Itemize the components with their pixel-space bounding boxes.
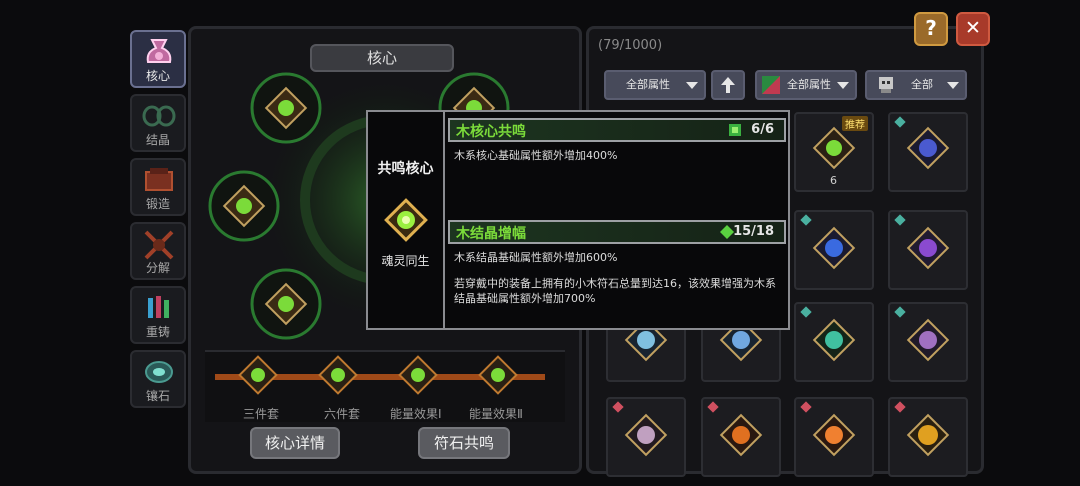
- core-slot[interactable]: [250, 72, 322, 144]
- effect-header-wood-core: 木核心共鸣 6/6: [448, 118, 786, 142]
- chevron-down-icon: [686, 82, 698, 89]
- nav-item-forge[interactable]: 锻造: [130, 158, 186, 216]
- effect-name: 木核心共鸣: [456, 124, 526, 140]
- effect-description: 木系结晶基础属性额外增加600%: [454, 251, 618, 264]
- type-filter-label: 全部: [911, 78, 933, 91]
- inventory-slot[interactable]: [794, 397, 874, 477]
- effect-count: 6/6: [751, 122, 774, 137]
- element-filter[interactable]: 全部属性: [755, 70, 857, 100]
- inventory-slot[interactable]: [888, 112, 968, 192]
- wood-crystal-icon: [720, 225, 734, 239]
- nav-item-label: 分解: [145, 261, 170, 275]
- effect-name: 木结晶增幅: [456, 226, 526, 242]
- close-button[interactable]: ✕: [956, 12, 990, 46]
- nav-item-label: 镶石: [145, 389, 170, 403]
- inventory-slot[interactable]: [794, 210, 874, 290]
- core-tab[interactable]: 核心: [310, 44, 454, 72]
- sort-button[interactable]: [711, 70, 745, 100]
- nav-item-label: 锻造: [145, 197, 170, 211]
- inventory-slot[interactable]: [794, 302, 874, 382]
- effect-extra-description: 若穿戴中的装备上拥有的小木符石总量到达16，该效果增强为木系结晶基础属性额外增加…: [454, 277, 776, 305]
- arrow-up-icon: [721, 77, 735, 93]
- tooltip-title: 共鸣核心: [377, 161, 434, 177]
- element-filter-label: 全部属性: [787, 78, 831, 91]
- resonance-tooltip: 共鸣核心 魂灵同生 木核心共鸣 6/6 木系核心基础属性额外增加400% 木结晶…: [366, 110, 790, 330]
- core-detail-button[interactable]: 核心详情: [250, 427, 340, 459]
- inventory-slot[interactable]: 6 推荐: [794, 112, 874, 192]
- inventory-slot[interactable]: [888, 210, 968, 290]
- core-icon: [146, 39, 172, 63]
- help-icon: ?: [925, 16, 937, 40]
- forge-icon: [145, 168, 173, 191]
- wood-core-icon: [729, 124, 741, 136]
- nav-item-recast[interactable]: 重铸: [130, 286, 186, 344]
- soul-core-icon: [384, 198, 428, 242]
- character-icon: [879, 77, 893, 93]
- set-bonus-icons: [215, 355, 545, 395]
- chevron-down-icon: [837, 82, 849, 89]
- element-icon: [762, 76, 780, 94]
- close-icon: ✕: [965, 17, 981, 39]
- effect-description: 木系核心基础属性额外增加400%: [454, 149, 618, 162]
- item-count: 6: [830, 174, 837, 187]
- nav-item-label: 重铸: [145, 325, 170, 339]
- crystal-icon: [142, 105, 176, 127]
- help-button[interactable]: ?: [914, 12, 948, 46]
- core-slot[interactable]: [208, 170, 280, 242]
- inventory-slot[interactable]: [888, 302, 968, 382]
- tooltip-core-name: 魂灵同生: [381, 254, 430, 268]
- attribute-filter-label: 全部属性: [626, 78, 670, 91]
- chevron-down-icon: [947, 82, 959, 89]
- inventory-count: (79/1000): [598, 38, 663, 53]
- decompose-icon: [144, 230, 174, 260]
- effect-header-wood-crystal: 木结晶增幅 15/18: [448, 220, 786, 244]
- inventory-slot[interactable]: [888, 397, 968, 477]
- rune-resonance-button[interactable]: 符石共鸣: [418, 427, 510, 459]
- set-label-energy-1: 能量效果Ⅰ: [390, 407, 442, 421]
- inventory-slot[interactable]: [606, 397, 686, 477]
- set-label-six: 六件套: [324, 407, 361, 421]
- tooltip-core-summary: 共鸣核心 魂灵同生: [368, 112, 445, 328]
- nav-item-label: 核心: [145, 69, 170, 83]
- core-slot[interactable]: [250, 268, 322, 340]
- nav-item-core[interactable]: 核心: [130, 30, 186, 88]
- inlay-icon: [145, 361, 173, 383]
- attribute-filter[interactable]: 全部属性: [604, 70, 706, 100]
- nav-item-crystal[interactable]: 结晶: [130, 94, 186, 152]
- set-label-energy-2: 能量效果Ⅱ: [469, 407, 523, 421]
- type-filter[interactable]: 全部: [865, 70, 967, 100]
- nav-item-decompose[interactable]: 分解: [130, 222, 186, 280]
- left-nav: 核心 结晶 锻造 分解 重铸 镶石: [128, 30, 186, 450]
- recommend-badge: 推荐: [842, 116, 868, 131]
- nav-item-inlay[interactable]: 镶石: [130, 350, 186, 408]
- effect-count: 15/18: [733, 224, 774, 239]
- inventory-slot[interactable]: [701, 397, 781, 477]
- recast-icon: [148, 296, 169, 318]
- set-label-three: 三件套: [243, 407, 280, 421]
- nav-item-label: 结晶: [145, 133, 170, 147]
